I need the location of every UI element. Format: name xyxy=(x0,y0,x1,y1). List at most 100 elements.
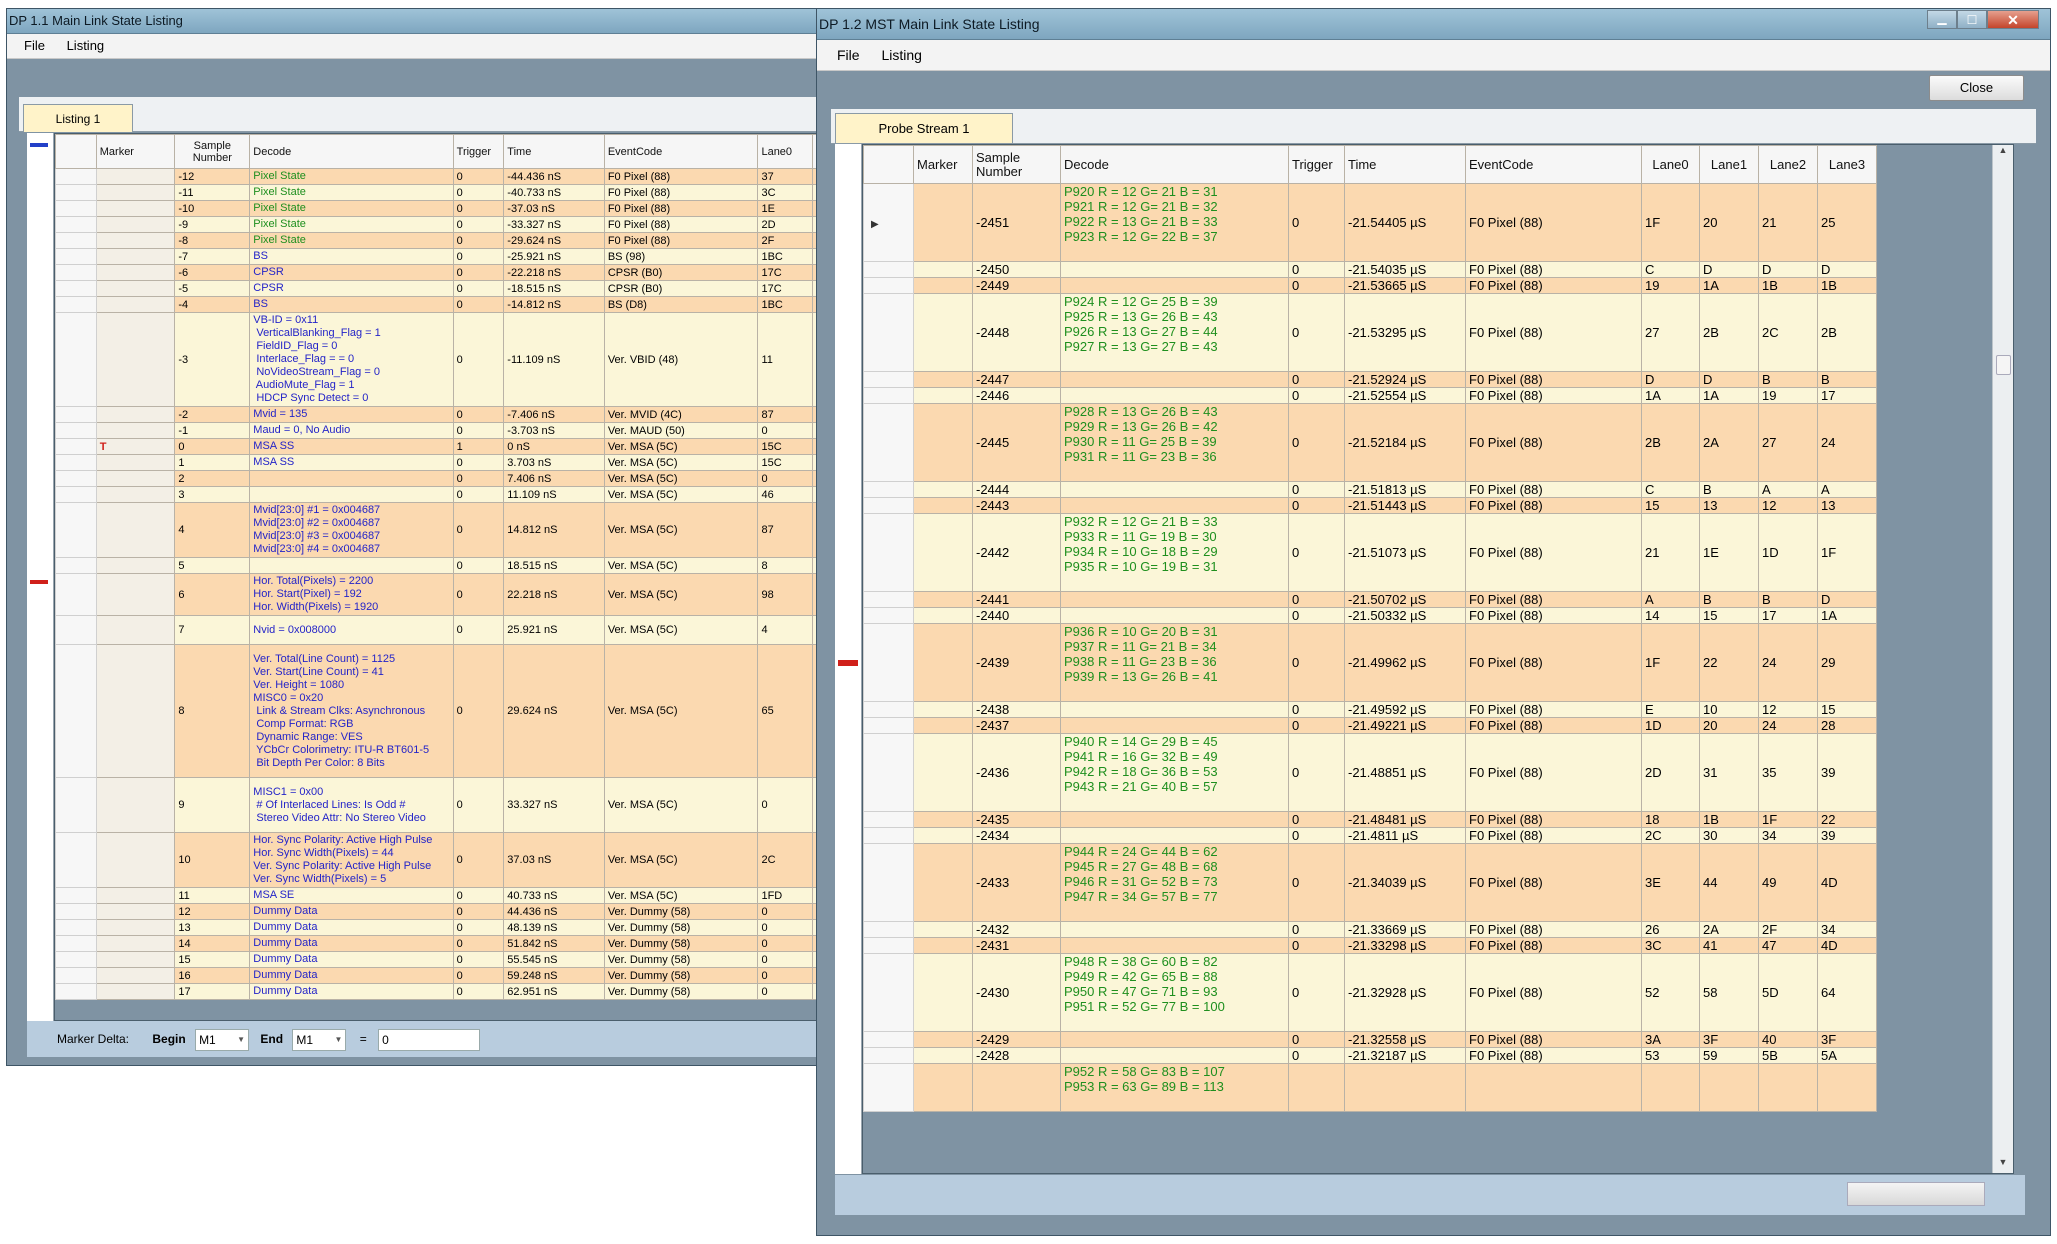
table-row[interactable]: -11 Pixel State 0 -40.733 nS F0 Pixel (88) 3C… xyxy=(55,184,826,201)
menu-file[interactable]: File xyxy=(837,40,860,70)
close-button[interactable]: Close xyxy=(1929,75,2024,101)
table-row[interactable]: -2445 P928 R = 13 G= 26 B = 43 P929 R = 13… xyxy=(863,403,1877,482)
col-header-lane1[interactable]: Lane1 xyxy=(1699,145,1759,184)
table-row[interactable]: 10 Hor. Sync Polarity: Active High Pulse H… xyxy=(55,832,826,888)
table-row[interactable]: -2440 0 -21.50332 µS F0 Pixel (88) 14 15 17 1A xyxy=(863,607,1877,624)
horizontal-scroll-thumb[interactable] xyxy=(1847,1182,1985,1206)
time-cell: -21.48851 µS xyxy=(1344,733,1466,812)
col-header-lane2[interactable]: Lane2 xyxy=(1758,145,1818,184)
table-row[interactable]: -2450 0 -21.54035 µS F0 Pixel (88) C D D D xyxy=(863,261,1877,278)
table-row[interactable]: -8Pixel State0-29.624 nSF0 Pixel (88)2F2 xyxy=(55,232,826,249)
scroll-thumb[interactable] xyxy=(1996,355,2011,375)
window-title-bar[interactable]: DP 1.2 MST Main Link State Listing xyxy=(817,9,2050,40)
table-row[interactable]: -4BS0-14.812 nSBS (D8)1BC1 xyxy=(55,296,826,313)
tab-listing-1[interactable]: Listing 1 xyxy=(23,104,133,132)
blue-marker-icon[interactable] xyxy=(30,143,48,147)
col-header-trigger[interactable]: Trigger xyxy=(1288,145,1345,184)
table-row[interactable]: -2436 P940 R = 14 G= 29 B = 45 P941 R = 16… xyxy=(863,733,1877,812)
table-row[interactable]: 17Dummy Data062.951 nSVer. Dummy (58)00 xyxy=(55,983,826,1000)
col-header-decode[interactable]: Decode xyxy=(1060,145,1289,184)
table-row[interactable]: -2441 0 -21.50702 µS F0 Pixel (88) A B B D xyxy=(863,591,1877,608)
menu-listing[interactable]: Listing xyxy=(881,40,921,70)
col-header-lane0[interactable]: Lane0 xyxy=(1641,145,1700,184)
red-marker-icon[interactable] xyxy=(30,580,48,584)
table-row[interactable]: -2432 0 -21.33669 µS F0 Pixel (88) 26 2A 2F 34 xyxy=(863,921,1877,938)
row-header xyxy=(863,513,914,592)
col-header-lane3[interactable]: Lane3 xyxy=(1817,145,1877,184)
table-row[interactable]: -2439 P936 R = 10 G= 20 B = 31 P937 R = 11… xyxy=(863,623,1877,702)
table-row[interactable]: -2448 P924 R = 12 G= 25 B = 39 P925 R = 13… xyxy=(863,293,1877,372)
table-row[interactable]: 13Dummy Data048.139 nSVer. Dummy (58)00 xyxy=(55,919,826,936)
col-header-trigger[interactable]: Trigger xyxy=(452,134,505,169)
delta-value-field[interactable]: 0 xyxy=(378,1028,481,1051)
table-row[interactable]: -2429 0 -21.32558 µS F0 Pixel (88) 3A 3F 40 3F xyxy=(863,1031,1877,1048)
table-row[interactable]: 6 Hor. Total(Pixels) = 2200 Hor. Start(Pix… xyxy=(55,573,826,616)
table-row[interactable]: T0MSA SS10 nSVer. MSA (5C)15C1 xyxy=(55,438,826,455)
lane0-cell: 65 xyxy=(757,644,813,778)
end-select[interactable]: M1 ▼ xyxy=(292,1028,347,1051)
table-row[interactable]: -3 VB-ID = 0x11 VerticalBlanking_Flag = 1… xyxy=(55,312,826,407)
scroll-up-icon[interactable]: ▲ xyxy=(1993,145,2013,161)
menu-file[interactable]: File xyxy=(24,34,45,58)
table-row[interactable]: -1 Maud = 0, No Audio 0 -3.703 nS Ver. MAUD … xyxy=(55,422,826,439)
table-row[interactable]: -2434 0 -21.4811 µS F0 Pixel (88) 2C 30 34 39 xyxy=(863,827,1877,844)
minimize-icon[interactable]: ▁ xyxy=(1927,10,1957,29)
table-row[interactable]: -2447 0 -21.52924 µS F0 Pixel (88) D D B B xyxy=(863,371,1877,388)
table-row[interactable]: 11MSA SE040.733 nSVer. MSA (5C)1FD1 xyxy=(55,887,826,904)
table-row[interactable]: 16Dummy Data059.248 nSVer. Dummy (58)00 xyxy=(55,967,826,984)
window-title-bar[interactable]: DP 1.1 Main Link State Listing xyxy=(7,9,825,34)
table-row[interactable]: -10Pixel State0-37.03 nSF0 Pixel (88)1E1 xyxy=(55,200,826,217)
table-row[interactable]: 3011.109 nSVer. MSA (5C)464 xyxy=(55,486,826,503)
table-row[interactable]: -2437 0 -21.49221 µS F0 Pixel (88) 1D 20 24 28 xyxy=(863,717,1877,734)
table-row[interactable]: -2442 P932 R = 12 G= 21 B = 33 P933 R = 11… xyxy=(863,513,1877,592)
begin-select[interactable]: M1 ▼ xyxy=(195,1028,250,1051)
table-row[interactable]: 5018.515 nSVer. MSA (5C)80 xyxy=(55,557,826,574)
col-header-marker[interactable]: Marker xyxy=(95,134,176,169)
table-row[interactable]: 12Dummy Data044.436 nSVer. Dummy (58)00 xyxy=(55,903,826,920)
col-header-time[interactable]: Time xyxy=(503,134,605,169)
col-header-lane0[interactable]: Lane0 xyxy=(757,134,813,169)
table-row[interactable]: 14Dummy Data051.842 nSVer. Dummy (58)00 xyxy=(55,935,826,952)
table-row[interactable]: 15Dummy Data055.545 nSVer. Dummy (58)00 xyxy=(55,951,826,968)
table-row[interactable]: -12 Pixel State 0 -44.436 nS F0 Pixel (88) 37… xyxy=(55,168,826,185)
table-row[interactable]: -2430 P948 R = 38 G= 60 B = 82 P949 R = 42… xyxy=(863,953,1877,1032)
table-row[interactable]: -7BS0-25.921 nSBS (98)1BC1 xyxy=(55,248,826,265)
table-row[interactable]: -2444 0 -21.51813 µS F0 Pixel (88) C B A A xyxy=(863,481,1877,498)
table-row[interactable]: 4 Mvid[23:0] #1 = 0x004687 Mvid[23:0] #2 =… xyxy=(55,502,826,558)
table-row[interactable]: -2Mvid = 1350-7.406 nSVer. MVID (4C)878 xyxy=(55,406,826,423)
col-header-marker[interactable]: Marker xyxy=(913,145,973,184)
col-header-decode[interactable]: Decode xyxy=(249,134,454,169)
table-row[interactable]: 8 Ver. Total(Line Count) = 1125 Ver. Start… xyxy=(55,644,826,778)
tab-probe-stream-1[interactable]: Probe Stream 1 xyxy=(835,113,1013,143)
col-header-sample[interactable]: Sample Number xyxy=(174,134,251,169)
red-marker-icon[interactable] xyxy=(838,660,858,666)
time-cell: 33.327 nS xyxy=(503,777,605,833)
table-row[interactable]: -2446 0 -21.52554 µS F0 Pixel (88) 1A 1A 19 17 xyxy=(863,387,1877,404)
col-header-eventcode[interactable]: EventCode xyxy=(603,134,759,169)
time-cell: 3.703 nS xyxy=(503,454,605,471)
table-row[interactable]: 207.406 nSVer. MSA (5C)00 xyxy=(55,470,826,487)
table-row[interactable]: -2443 0 -21.51443 µS F0 Pixel (88) 15 13 12 13 xyxy=(863,497,1877,514)
table-row[interactable]: 9 MISC1 = 0x00 # Of Interlaced Lines: Is … xyxy=(55,777,826,833)
table-row[interactable]: 7 Nvid = 0x008000 0 25.921 nS Ver. MSA (5C) 4… xyxy=(55,615,826,645)
table-row[interactable]: -5CPSR0-18.515 nSCPSR (B0)17C1 xyxy=(55,280,826,297)
close-icon[interactable]: ✕ xyxy=(1987,10,2039,29)
scroll-down-icon[interactable]: ▼ xyxy=(1993,1157,2013,1173)
table-row[interactable]: -2438 0 -21.49592 µS F0 Pixel (88) E 10 12 15 xyxy=(863,701,1877,718)
table-row[interactable]: -2433 P944 R = 24 G= 44 B = 62 P945 R = 27… xyxy=(863,843,1877,922)
col-header-time[interactable]: Time xyxy=(1344,145,1466,184)
maximize-icon[interactable]: ☐ xyxy=(1957,10,1987,29)
table-row[interactable]: 1MSA SS03.703 nSVer. MSA (5C)15C1 xyxy=(55,454,826,471)
table-row[interactable]: -2435 0 -21.48481 µS F0 Pixel (88) 18 1B 1F 22 xyxy=(863,811,1877,828)
table-row[interactable]: -2431 0 -21.33298 µS F0 Pixel (88) 3C 41 47 4D xyxy=(863,937,1877,954)
table-row[interactable]: ▶ -2451 P920 R = 12 G= 21 B = 31 P921 R = 1… xyxy=(863,183,1877,262)
table-row[interactable]: P952 R = 58 G= 83 B = 107 P953 R = 63 G= … xyxy=(863,1063,1877,1112)
col-header-eventcode[interactable]: EventCode xyxy=(1465,145,1642,184)
table-row[interactable]: -2449 0 -21.53665 µS F0 Pixel (88) 19 1A 1B 1B xyxy=(863,277,1877,294)
table-row[interactable]: -6CPSR0-22.218 nSCPSR (B0)17C1 xyxy=(55,264,826,281)
col-header-sample[interactable]: Sample Number xyxy=(972,145,1061,184)
menu-listing[interactable]: Listing xyxy=(67,34,105,58)
table-row[interactable]: -9Pixel State0-33.327 nSF0 Pixel (88)2D2 xyxy=(55,216,826,233)
vertical-scrollbar[interactable]: ▲ ▼ xyxy=(1992,145,2013,1173)
table-row[interactable]: -2428 0 -21.32187 µS F0 Pixel (88) 53 59 5B 5A xyxy=(863,1047,1877,1064)
